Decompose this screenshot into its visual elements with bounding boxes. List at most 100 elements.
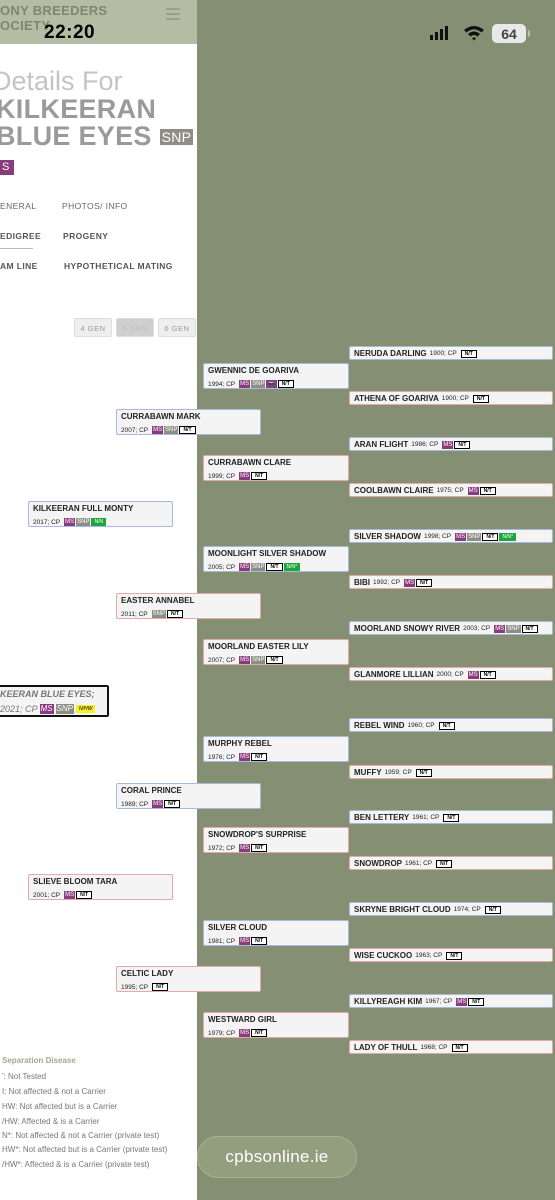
tab-general[interactable]: ENERAL [0,201,36,211]
pedigree-card[interactable]: COOLBAWN CLAIRE 1975; CP MS N/T [349,483,553,497]
not-tested-badge: N/T [482,532,499,541]
ms-badge: MS [64,891,76,899]
ancestor-name[interactable]: SNOWDROP [354,859,402,868]
gen-6-button[interactable]: 6 GEN [158,318,196,337]
pedigree-card[interactable]: EASTER ANNABEL 2011; CP SNP N/T [116,593,261,619]
pedigree-card[interactable]: CELTIC LADY 1995; CP N/T [116,966,261,992]
pedigree-card[interactable]: BIBI 1992; CP MS N/T [349,575,553,589]
ancestor-name[interactable]: WISE CUCKOO [354,951,412,960]
pedigree-card[interactable]: NERUDA DARLING 1900; CP N/T [349,346,553,360]
ms-badge: MS [239,844,251,852]
pedigree-card[interactable]: MUFFY 1959; CP N/T [349,765,553,779]
pedigree-card[interactable]: SKRYNE BRIGHT CLOUD 1974; CP N/T [349,902,553,916]
pedigree-card[interactable]: KILLYREAGH KIM 1967; CP MS N/T [349,994,553,1008]
menu-icon[interactable] [166,8,180,20]
not-tested-badge: N/T [451,1043,468,1052]
ancestor-year-breed: 1995; CP [121,983,149,991]
ancestor-name[interactable]: CURRABAWN MARK [121,412,201,421]
ancestor-name[interactable]: MUFFY [354,768,382,777]
ancestor-info: 2003; CP MS SNP N/T [463,624,538,633]
pedigree-card[interactable]: SLIEVE BLOOM TARA 2001; CP MS N/T [28,874,173,900]
gen-5-button[interactable]: 5 GEN [116,318,154,337]
ancestor-name[interactable]: KILKEERAN FULL MONTY [33,504,133,513]
ancestor-name[interactable]: BIBI [354,578,370,587]
ancestor-name[interactable]: SILVER CLOUD [208,923,267,932]
ancestor-name[interactable]: ARAN FLIGHT [354,440,408,449]
ancestor-name[interactable]: REBEL WIND [354,721,405,730]
ancestor-name[interactable]: MOORLAND EASTER LILY [208,642,309,651]
pedigree-card[interactable]: SILVER SHADOW 1998; CP MS SNP N/T N/N* [349,529,553,543]
not-tested-badge: N/T [436,859,453,868]
not-tested-badge: N/T [251,1029,268,1037]
pedigree-card[interactable]: WISE CUCKOO 1963; CP N/T [349,948,553,962]
pedigree-card[interactable]: CORAL PRINCE 1989; CP MS N/T [116,783,261,809]
pedigree-card[interactable]: MOORLAND SNOWY RIVER 2003; CP MS SNP N/T [349,621,553,635]
ancestor-name[interactable]: WESTWARD GIRL [208,1015,277,1024]
ancestor-name[interactable]: SNOWDROP'S SURPRISE [208,830,306,839]
pedigree-card[interactable]: MOONLIGHT SILVER SHADOW 2005; CP MS SNP N/T N… [203,546,349,572]
pedigree-card[interactable]: WESTWARD GIRL 1979; CP MS N/T [203,1012,349,1038]
ancestor-name[interactable]: CURRABAWN CLARE [208,458,291,467]
page: ONY BREEDERS OCIETY 22:20 64 Details For… [0,0,555,1200]
ancestor-name[interactable]: NERUDA DARLING [354,349,427,358]
ancestor-name[interactable]: MURPHY REBEL [208,739,272,748]
horse-name-text: BLUE EYES [0,121,152,151]
site-link-button[interactable]: cpbsonline.ie [197,1136,357,1178]
pedigree-card[interactable]: CURRABAWN MARK 2007; CP MS SNP N/T [116,409,261,435]
snp-badge: SNP [55,704,74,714]
pedigree-card[interactable]: ATHENA OF GOARIVA 1900; CP N/T [349,391,553,405]
tab-photos-info[interactable]: PHOTOS/ INFO [62,201,128,211]
ancestor-name[interactable]: GWENNIC DE GOARIVA [208,366,299,375]
pedigree-card[interactable]: BEN LETTERY 1961; CP N/T [349,810,553,824]
snp-badge: SNP [467,532,482,541]
tab-progeny[interactable]: PROGENY [63,231,108,241]
ancestor-year-breed: 1900; CP [441,395,469,402]
subject-horse-card[interactable]: KEERAN BLUE EYES; 2021; CP MS SNP N/HW [0,685,109,717]
tab-dam-line[interactable]: AM LINE [0,261,38,271]
pedigree-card[interactable]: CURRABAWN CLARE 1999; CP MS N/T [203,455,349,481]
pedigree-card[interactable]: KILKEERAN FULL MONTY 2017; CP MS SNP N/N [28,501,173,527]
ancestor-name[interactable]: KILLYREAGH KIM [354,997,422,1006]
pedigree-card[interactable]: MURPHY REBEL 1976; CP MS N/T [203,736,349,762]
ancestor-name[interactable]: BEN LETTERY [354,813,409,822]
ancestor-row: ATHENA OF GOARIVA 1900; CP N/T [354,394,489,403]
ms-badge: MS [467,486,479,495]
pedigree-card[interactable]: REBEL WIND 1960; CP N/T [349,718,553,732]
gen-4-button[interactable]: 4 GEN [74,318,112,337]
ancestor-info: 2005; CP MS SNP N/T N/N* [208,563,301,571]
not-tested-badge: N/T [468,997,485,1006]
ancestor-name[interactable]: EASTER ANNABEL [121,596,194,605]
pedigree-card[interactable]: GWENNIC DE GOARIVA 1994; CP MS SNP 📷 N/T [203,363,349,389]
test-status-badge: N/HW [75,705,96,713]
not-tested-badge: N/T [166,610,184,618]
ancestor-name[interactable]: CELTIC LADY [121,969,173,978]
pedigree-card[interactable]: MOORLAND EASTER LILY 2007; CP MS SNP N/T [203,639,349,665]
ancestor-row: WISE CUCKOO 1963; CP N/T [354,951,463,960]
ancestor-name[interactable]: SILVER SHADOW [354,532,421,541]
ancestor-year-breed: 2001; CP [33,891,61,899]
ancestor-name[interactable]: MOORLAND SNOWY RIVER [354,624,460,633]
ancestor-year-breed: 2003; CP [463,625,491,632]
tab-pedigree[interactable]: EDIGREE [0,231,41,241]
battery-icon: 64 [492,24,530,43]
tab-hypothetical-mating[interactable]: HYPOTHETICAL MATING [64,261,173,271]
ms-badge: MS [404,578,416,587]
ancestor-name[interactable]: SLIEVE BLOOM TARA [33,877,117,886]
ancestor-row: ARAN FLIGHT 1986; CP MS N/T [354,440,471,449]
ancestor-name[interactable]: MOONLIGHT SILVER SHADOW [208,549,326,558]
ancestor-name[interactable]: SKRYNE BRIGHT CLOUD [354,905,451,914]
pedigree-card[interactable]: GLANMORE LILLIAN 2000; CP MS N/T [349,667,553,681]
pedigree-card[interactable]: ARAN FLIGHT 1986; CP MS N/T [349,437,553,451]
ancestor-name[interactable]: LADY OF THULL [354,1043,417,1052]
ancestor-name[interactable]: COOLBAWN CLAIRE [354,486,434,495]
pedigree-card[interactable]: LADY OF THULL 1968; CP N/T [349,1040,553,1054]
pedigree-card[interactable]: SNOWDROP 1961; CP N/T [349,856,553,870]
pedigree-card[interactable]: SILVER CLOUD 1981; CP MS N/T [203,920,349,946]
ms-badge: MS [152,800,164,808]
ancestor-name[interactable]: ATHENA OF GOARIVA [354,394,439,403]
legend-line: I: Not affected & not a Carrier [2,1087,106,1096]
ancestor-name[interactable]: CORAL PRINCE [121,786,182,795]
pedigree-card[interactable]: SNOWDROP'S SURPRISE 1972; CP MS N/T [203,827,349,853]
ancestor-name[interactable]: GLANMORE LILLIAN [354,670,434,679]
snp-badge: SNP [506,624,521,633]
